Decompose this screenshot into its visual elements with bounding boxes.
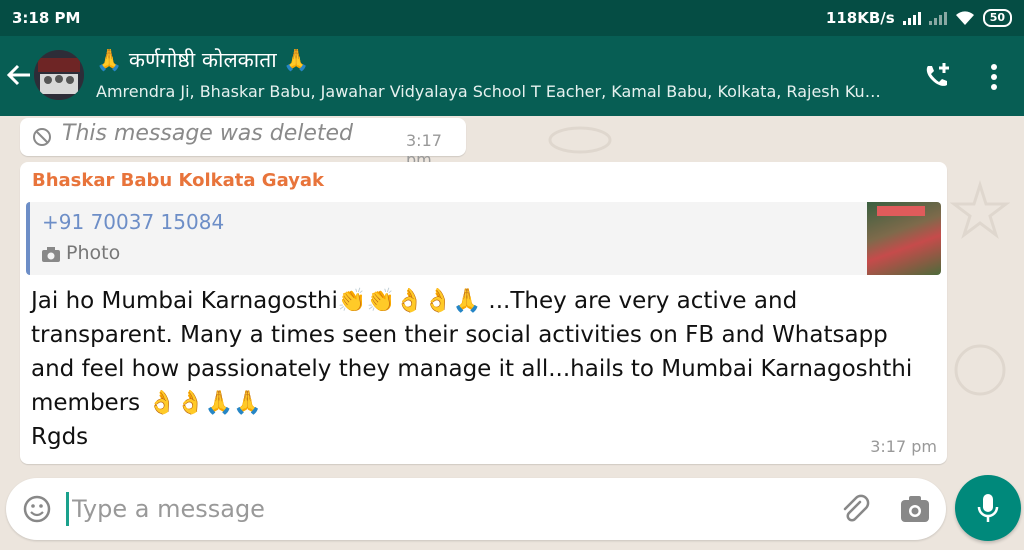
add-call-icon[interactable] xyxy=(920,60,954,94)
group-members[interactable]: Amrendra Ji, Bhaskar Babu, Jawahar Vidya… xyxy=(96,82,896,101)
message-time: 3:17 pm xyxy=(870,437,937,456)
camera-icon xyxy=(42,247,60,262)
message-text: Jai ho Mumbai Karnagosthi👏👏👌👌🙏 ...They a… xyxy=(31,284,931,454)
emoji-icon[interactable] xyxy=(22,494,52,524)
status-bar: 3:18 PM 118KB/s 50 xyxy=(0,0,1024,36)
wifi-icon xyxy=(955,11,974,25)
quoted-photo-thumbnail[interactable] xyxy=(867,202,941,275)
mic-icon xyxy=(977,494,999,522)
mic-button[interactable] xyxy=(955,475,1021,541)
wallpaper-doodle-icon xyxy=(954,344,1006,396)
status-time: 3:18 PM xyxy=(12,9,81,27)
wallpaper-doodle-icon xyxy=(950,180,1010,240)
message-line: and feel how passionately they manage it… xyxy=(31,356,913,382)
message-line: Jai ho Mumbai Karnagosthi👏👏👌👌🙏 ...They a… xyxy=(31,288,798,314)
message-line: transparent. Many a times seen their soc… xyxy=(31,322,888,348)
group-avatar[interactable] xyxy=(34,50,84,100)
back-arrow-icon[interactable] xyxy=(6,60,32,90)
battery-indicator: 50 xyxy=(982,9,1012,27)
message-line: members 👌👌🙏🙏 xyxy=(31,390,263,416)
message-line: Rgds xyxy=(31,424,89,450)
more-vert-icon[interactable] xyxy=(984,62,1004,92)
signal-icon xyxy=(902,11,921,25)
group-title[interactable]: 🙏 कर्णगोष्ठी कोलकाता 🙏 xyxy=(96,46,309,74)
ban-icon xyxy=(33,128,51,146)
signal-secondary-icon xyxy=(928,11,947,25)
quoted-type: Photo xyxy=(66,242,121,264)
chat-header: 🙏 कर्णगोष्ठी कोलकाता 🙏 Amrendra Ji, Bhas… xyxy=(0,36,1024,116)
camera-icon[interactable] xyxy=(900,494,930,524)
message-bubble[interactable]: Bhaskar Babu Kolkata Gayak +91 70037 150… xyxy=(20,162,947,464)
message-sender[interactable]: Bhaskar Babu Kolkata Gayak xyxy=(32,170,324,191)
text-caret xyxy=(66,492,69,526)
deleted-message[interactable]: This message was deleted 3:17 pm xyxy=(20,118,466,169)
wallpaper-doodle-icon xyxy=(548,126,612,154)
network-speed: 118KB/s xyxy=(825,9,895,27)
attach-icon[interactable] xyxy=(838,492,870,526)
quoted-sender: +91 70037 15084 xyxy=(42,210,225,234)
message-composer xyxy=(6,478,946,540)
message-input[interactable] xyxy=(72,490,832,528)
quoted-message[interactable]: +91 70037 15084 Photo xyxy=(26,202,941,275)
deleted-message-text: This message was deleted xyxy=(62,121,354,146)
